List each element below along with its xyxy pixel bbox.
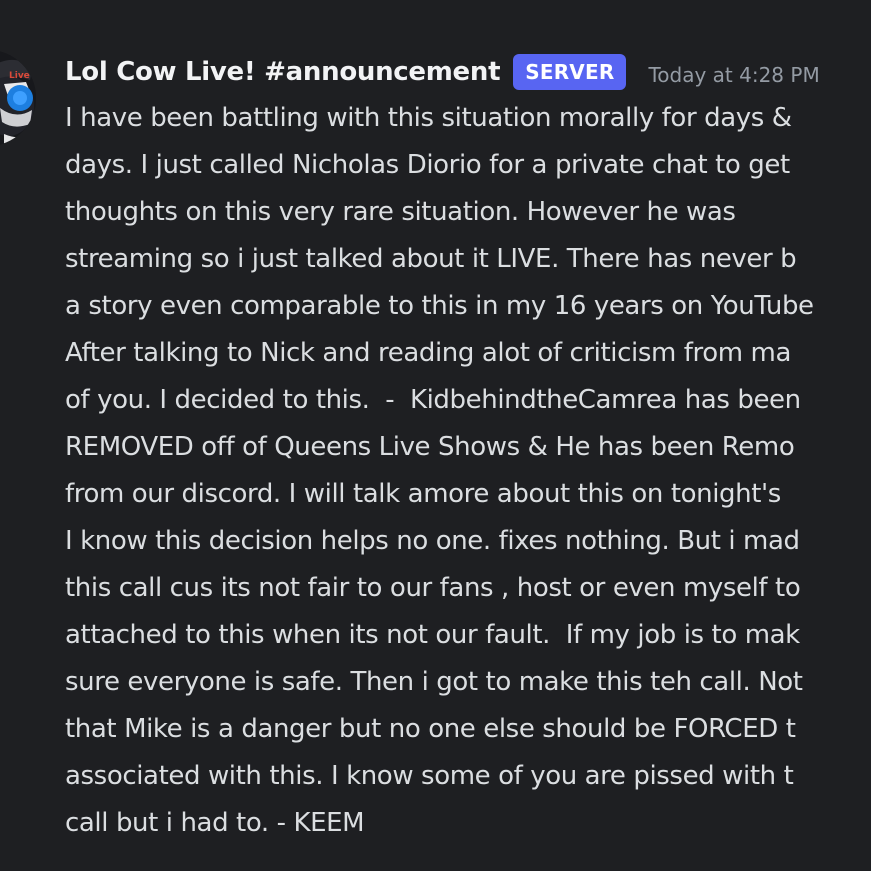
message-line: from our discord. I will talk amore abou…	[65, 479, 781, 509]
message-line: call but i had to. - KEEM	[65, 808, 365, 838]
message-line: days. I just called Nicholas Diorio for …	[65, 150, 790, 180]
message-line: I know this decision helps no one. fixes…	[65, 526, 800, 556]
message-header: Lol Cow Live! #announcement SERVER Today…	[65, 52, 820, 92]
message-line: of you. I decided to this. - Kidbehindth…	[65, 385, 801, 415]
message-line: streaming so i just talked about it LIVE…	[65, 244, 797, 274]
message-line: sure everyone is safe. Then i got to mak…	[65, 667, 803, 697]
message-line: a story even comparable to this in my 16…	[65, 291, 814, 321]
message-line: that Mike is a danger but no one else sh…	[65, 714, 796, 744]
message-line: thoughts on this very rare situation. Ho…	[65, 197, 736, 227]
avatar-image-icon: Live	[0, 50, 36, 146]
message-line: After talking to Nick and reading alot o…	[65, 338, 791, 368]
timestamp: Today at 4:28 PM	[648, 63, 820, 87]
svg-text:Live: Live	[9, 71, 30, 81]
message-line: associated with this. I know some of you…	[65, 761, 794, 791]
message-line: I have been battling with this situation…	[65, 103, 792, 133]
message-content: I have been battling with this situation…	[65, 95, 871, 847]
server-tag-badge: SERVER	[513, 54, 627, 90]
message-line: REMOVED off of Queens Live Shows & He ha…	[65, 432, 795, 462]
author-name[interactable]: Lol Cow Live! #announcement	[65, 57, 501, 87]
message-line: attached to this when its not our fault.…	[65, 620, 800, 650]
avatar[interactable]: Live	[0, 50, 36, 146]
message: Live Lol Cow Live! #announcement SERVER …	[0, 0, 871, 871]
message-line: this call cus its not fair to our fans ,…	[65, 573, 801, 603]
